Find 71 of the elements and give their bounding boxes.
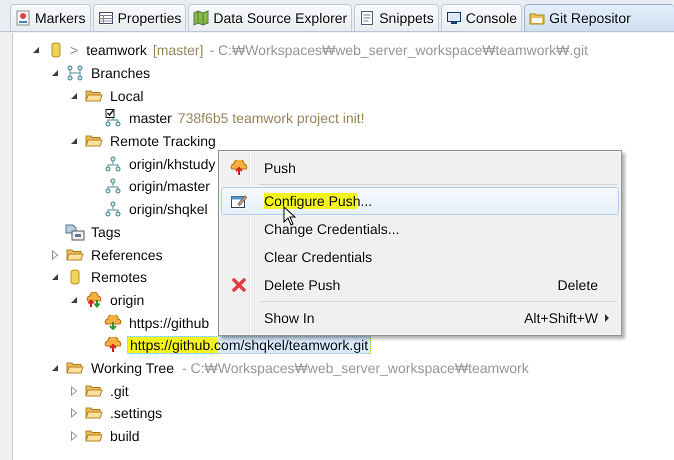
cylinder-icon <box>70 269 80 286</box>
tree-item[interactable]: Tags <box>89 224 123 240</box>
menu-item[interactable]: Delete Push Delete <box>221 271 619 299</box>
view-tab[interactable]: Git Repositor <box>524 4 674 31</box>
expanded-arrow-icon[interactable] <box>69 137 79 146</box>
tree-item[interactable]: https://github <box>127 314 212 331</box>
tree-item[interactable]: Remote Tracking <box>108 133 218 150</box>
tree-item[interactable]: origin/shqkel <box>127 201 210 218</box>
branches-icon <box>66 65 84 82</box>
path-text: - C:₩Workspaces₩web_server_workspace₩teamwork <box>182 360 529 376</box>
expanded-arrow-icon[interactable] <box>69 92 79 100</box>
view-tab[interactable]: Console <box>440 4 522 31</box>
expanded-arrow-icon[interactable] <box>50 273 60 282</box>
branch-icon <box>105 178 121 194</box>
expanded-arrow-icon[interactable] <box>31 46 41 54</box>
tree-item[interactable]: Local <box>108 88 146 104</box>
map-icon <box>193 10 210 26</box>
tree-item[interactable]: master <box>127 110 174 126</box>
menu-item[interactable]: Change Credentials... <box>221 215 619 243</box>
menu-item[interactable]: Push <box>221 154 619 182</box>
collapsed-arrow-icon[interactable] <box>69 408 79 418</box>
cloud-upload-icon <box>230 160 248 176</box>
tree-item[interactable]: References <box>89 246 165 263</box>
delete-icon <box>231 277 247 293</box>
expanded-arrow-icon[interactable] <box>50 364 60 372</box>
tree-item[interactable]: Branches <box>89 65 152 82</box>
folder-icon <box>85 405 103 422</box>
branch-info: 738f6b5 teamwork project init! <box>178 110 365 126</box>
folder-icon <box>66 246 84 263</box>
collapsed-arrow-icon[interactable] <box>69 386 79 396</box>
tree-item[interactable]: origin/khstudy <box>127 156 218 172</box>
collapsed-arrow-icon[interactable] <box>69 431 79 442</box>
table-icon <box>98 10 114 26</box>
cloud-upload-icon <box>104 337 122 354</box>
cylinder-icon <box>51 42 61 58</box>
folder-icon <box>66 360 84 376</box>
folder-icon <box>85 428 103 444</box>
submenu-arrow-icon <box>604 314 610 322</box>
tree-item[interactable]: .git <box>108 382 131 399</box>
tags-icon <box>65 222 85 241</box>
branch-icon <box>105 156 121 172</box>
view-tab[interactable]: Properties <box>92 4 186 31</box>
folder-icon <box>85 133 103 150</box>
collapsed-arrow-icon[interactable] <box>50 250 60 260</box>
view-tab[interactable]: Data Source Explorer <box>188 4 352 31</box>
path-text: - C:₩Workspaces₩web_server_workspace₩teamwork₩.git <box>209 42 588 58</box>
cloud-download-icon <box>104 314 122 331</box>
markers-icon <box>15 10 31 26</box>
view-tab[interactable]: Markers <box>10 4 91 31</box>
expanded-arrow-icon[interactable] <box>50 69 60 78</box>
menu-item[interactable]: Clear Credentials <box>221 243 619 271</box>
expanded-arrow-icon[interactable] <box>69 296 79 304</box>
branch-icon <box>105 201 121 218</box>
menu-item[interactable]: Show In Alt+Shift+W <box>221 304 619 332</box>
tree-item[interactable]: origin/master <box>127 178 212 194</box>
monitor-icon <box>446 10 462 26</box>
document-icon <box>359 10 376 26</box>
edit-window-icon <box>230 193 248 209</box>
tree-item[interactable]: Remotes <box>89 269 150 286</box>
cloud-arrows-icon <box>85 292 103 308</box>
folder-icon <box>85 88 103 104</box>
folder-icon <box>85 382 103 399</box>
tree-item[interactable]: teamwork <box>84 42 149 58</box>
tree-item[interactable]: .settings <box>108 405 164 422</box>
tree-item[interactable]: Working Tree <box>89 360 176 376</box>
branch-info: [master] <box>152 42 204 58</box>
dirty-marker: > <box>70 42 78 58</box>
tree-item[interactable]: origin <box>108 292 146 308</box>
tree-item[interactable]: build <box>108 428 142 444</box>
checked-branch-icon <box>105 109 121 128</box>
view-tab[interactable]: Snippets <box>354 4 439 31</box>
